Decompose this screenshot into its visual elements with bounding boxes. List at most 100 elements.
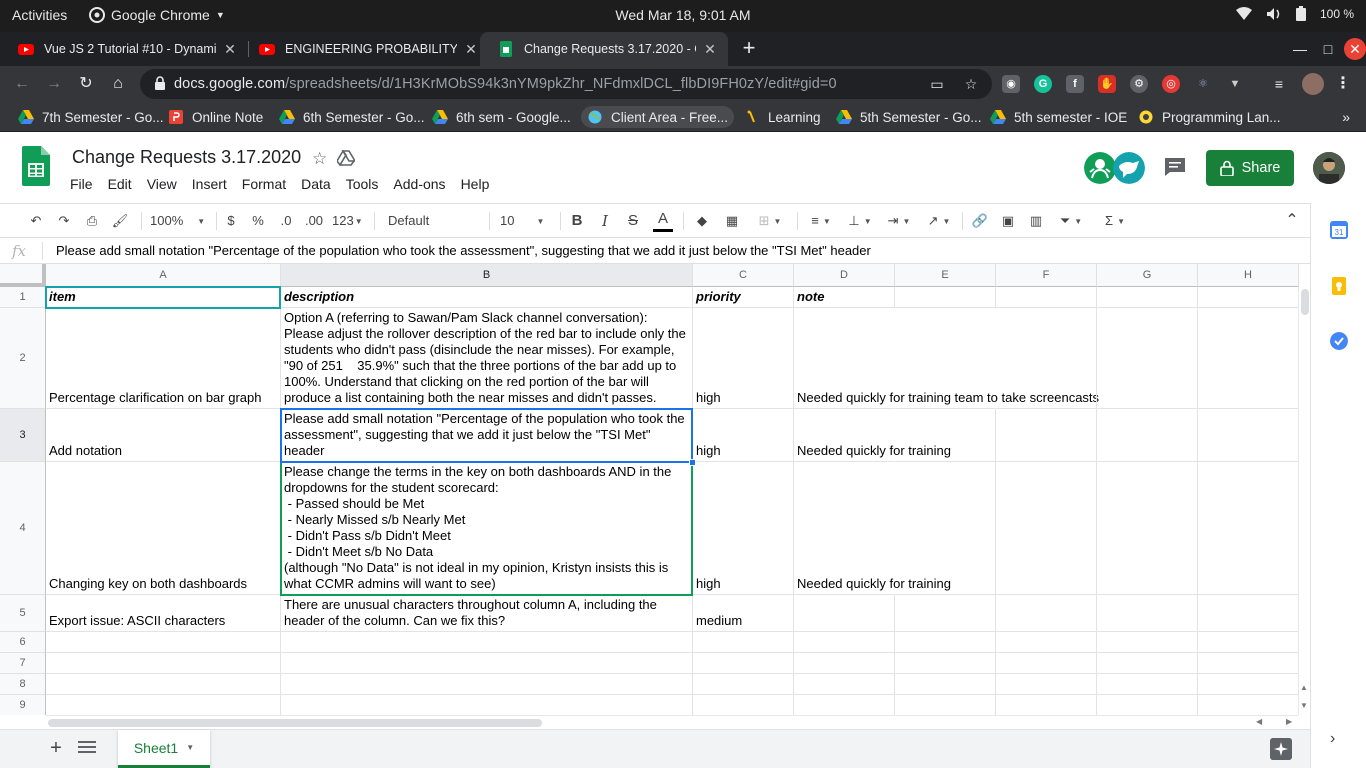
- chevron-down-icon[interactable]: ▼: [186, 743, 194, 752]
- cell-f3[interactable]: [996, 409, 1097, 462]
- insert-comment-icon[interactable]: ▣: [999, 210, 1017, 232]
- cell-c9[interactable]: [693, 695, 794, 715]
- address-bar[interactable]: docs.google.com/spreadsheets/d/1H3KrMObS…: [140, 69, 992, 99]
- collapse-menus-icon[interactable]: ⌃: [1282, 210, 1302, 232]
- cell-e2[interactable]: [895, 308, 996, 409]
- tool-extension-icon[interactable]: ⚙: [1130, 75, 1148, 93]
- cell-f7[interactable]: [996, 653, 1097, 674]
- share-button[interactable]: Share: [1206, 150, 1294, 186]
- column-header-c[interactable]: C: [693, 264, 794, 287]
- insert-chart-icon[interactable]: ▥: [1027, 210, 1045, 232]
- zoom-select[interactable]: 100% ▼: [150, 210, 208, 232]
- close-tab-icon[interactable]: ✕: [463, 41, 479, 57]
- menu-data[interactable]: Data: [294, 174, 339, 196]
- adblock-extension-icon[interactable]: ✋: [1098, 75, 1116, 93]
- cell-a8[interactable]: [46, 674, 281, 695]
- close-tab-icon[interactable]: ✕: [702, 41, 718, 57]
- cell-f4[interactable]: [996, 462, 1097, 595]
- menu-view[interactable]: View: [140, 174, 185, 196]
- cell-f5[interactable]: [996, 595, 1097, 632]
- more-formats-button[interactable]: 123▼: [332, 210, 366, 232]
- row-header[interactable]: 7: [0, 653, 46, 674]
- column-header-h[interactable]: H: [1198, 264, 1299, 287]
- scroll-left-icon[interactable]: ◀: [1256, 717, 1262, 726]
- activities-button[interactable]: Activities: [12, 7, 67, 23]
- cell-f8[interactable]: [996, 674, 1097, 695]
- cell-h8[interactable]: [1198, 674, 1299, 695]
- cell-b9[interactable]: [281, 695, 693, 715]
- vertical-align-icon[interactable]: ⊥ ▼: [845, 210, 875, 232]
- merge-cells-icon[interactable]: ⊞ ▼: [752, 210, 788, 232]
- chevron-double-right-icon[interactable]: »: [1342, 109, 1350, 125]
- column-header-e[interactable]: E: [895, 264, 996, 287]
- cell-b4[interactable]: Please change the terms in the key on bo…: [281, 462, 693, 595]
- row-header[interactable]: 8: [0, 674, 46, 695]
- column-header-b[interactable]: B: [281, 264, 693, 287]
- cell-h9[interactable]: [1198, 695, 1299, 715]
- column-header-a[interactable]: A: [46, 264, 281, 287]
- cell-e5[interactable]: [895, 595, 996, 632]
- cell-a6[interactable]: [46, 632, 281, 653]
- cell-e3[interactable]: [895, 409, 996, 462]
- cell-d6[interactable]: [794, 632, 895, 653]
- scroll-up-icon[interactable]: ▲: [1300, 683, 1308, 692]
- forward-icon[interactable]: →: [42, 72, 66, 96]
- row-header[interactable]: 1: [0, 287, 46, 308]
- decrease-decimal-button[interactable]: .0: [276, 210, 296, 232]
- cell-h2[interactable]: [1198, 308, 1299, 409]
- cell-h3[interactable]: [1198, 409, 1299, 462]
- minimize-icon[interactable]: —: [1288, 37, 1312, 61]
- cell-c2[interactable]: high: [693, 308, 794, 409]
- cell-g1[interactable]: [1097, 287, 1198, 308]
- cell-g7[interactable]: [1097, 653, 1198, 674]
- bookmark-item[interactable]: Programming Lan...: [1132, 106, 1287, 128]
- cell-b7[interactable]: [281, 653, 693, 674]
- row-header[interactable]: 5: [0, 595, 46, 632]
- cell-h4[interactable]: [1198, 462, 1299, 595]
- cell-f9[interactable]: [996, 695, 1097, 715]
- column-header-g[interactable]: G: [1097, 264, 1198, 287]
- bookmark-item[interactable]: 5th semester - IOE: [984, 106, 1133, 128]
- close-window-icon[interactable]: ✕: [1344, 38, 1366, 60]
- comment-history-icon[interactable]: [1164, 157, 1186, 177]
- cell-d3[interactable]: Needed quickly for training: [794, 409, 951, 462]
- italic-button[interactable]: I: [597, 210, 613, 232]
- profile-avatar[interactable]: [1302, 73, 1324, 95]
- cell-b8[interactable]: [281, 674, 693, 695]
- add-sheet-button[interactable]: +: [46, 738, 66, 758]
- cell-h7[interactable]: [1198, 653, 1299, 674]
- select-all-corner[interactable]: [0, 264, 46, 287]
- browser-tab-2[interactable]: ENGINEERING PROBABILITY AN ✕: [241, 32, 489, 66]
- functions-icon[interactable]: Σ ▼: [1100, 210, 1130, 232]
- cell-b2[interactable]: Option A (referring to Sawan/Pam Slack c…: [281, 308, 693, 409]
- cell-e7[interactable]: [895, 653, 996, 674]
- insert-link-icon[interactable]: 🔗: [971, 210, 989, 232]
- row-header[interactable]: 9: [0, 695, 46, 715]
- new-tab-button[interactable]: +: [737, 37, 761, 61]
- cell-d2[interactable]: Needed quickly for training team to take…: [794, 308, 1099, 409]
- document-title[interactable]: Change Requests 3.17.2020: [72, 147, 301, 168]
- percent-button[interactable]: %: [251, 210, 265, 232]
- font-size-select[interactable]: 10 ▼: [500, 210, 552, 232]
- fill-color-icon[interactable]: ◆: [693, 210, 711, 232]
- cell-g5[interactable]: [1097, 595, 1198, 632]
- borders-icon[interactable]: ▦: [723, 210, 741, 232]
- cell-e6[interactable]: [895, 632, 996, 653]
- expand-side-panel-icon[interactable]: ›: [1330, 730, 1335, 748]
- cell-c1[interactable]: priority: [693, 287, 794, 308]
- row-header[interactable]: 3: [0, 409, 46, 462]
- install-app-icon[interactable]: ▭: [928, 75, 946, 93]
- cell-g6[interactable]: [1097, 632, 1198, 653]
- cell-c4[interactable]: high: [693, 462, 794, 595]
- more-menu-icon[interactable]: ⋮: [1334, 75, 1352, 93]
- cell-d8[interactable]: [794, 674, 895, 695]
- menu-file[interactable]: File: [63, 174, 101, 196]
- star-icon[interactable]: ☆: [312, 149, 327, 169]
- reload-icon[interactable]: ↻: [74, 72, 98, 96]
- print-icon[interactable]: ⎙: [82, 210, 102, 232]
- collaborator-avatar-green[interactable]: [1084, 152, 1116, 184]
- cell-f1[interactable]: [996, 287, 1097, 308]
- sheet-tab-active[interactable]: Sheet1 ▼: [118, 730, 210, 768]
- media-control-icon[interactable]: ≡: [1270, 75, 1288, 93]
- cell-a3[interactable]: Add notation: [46, 409, 281, 462]
